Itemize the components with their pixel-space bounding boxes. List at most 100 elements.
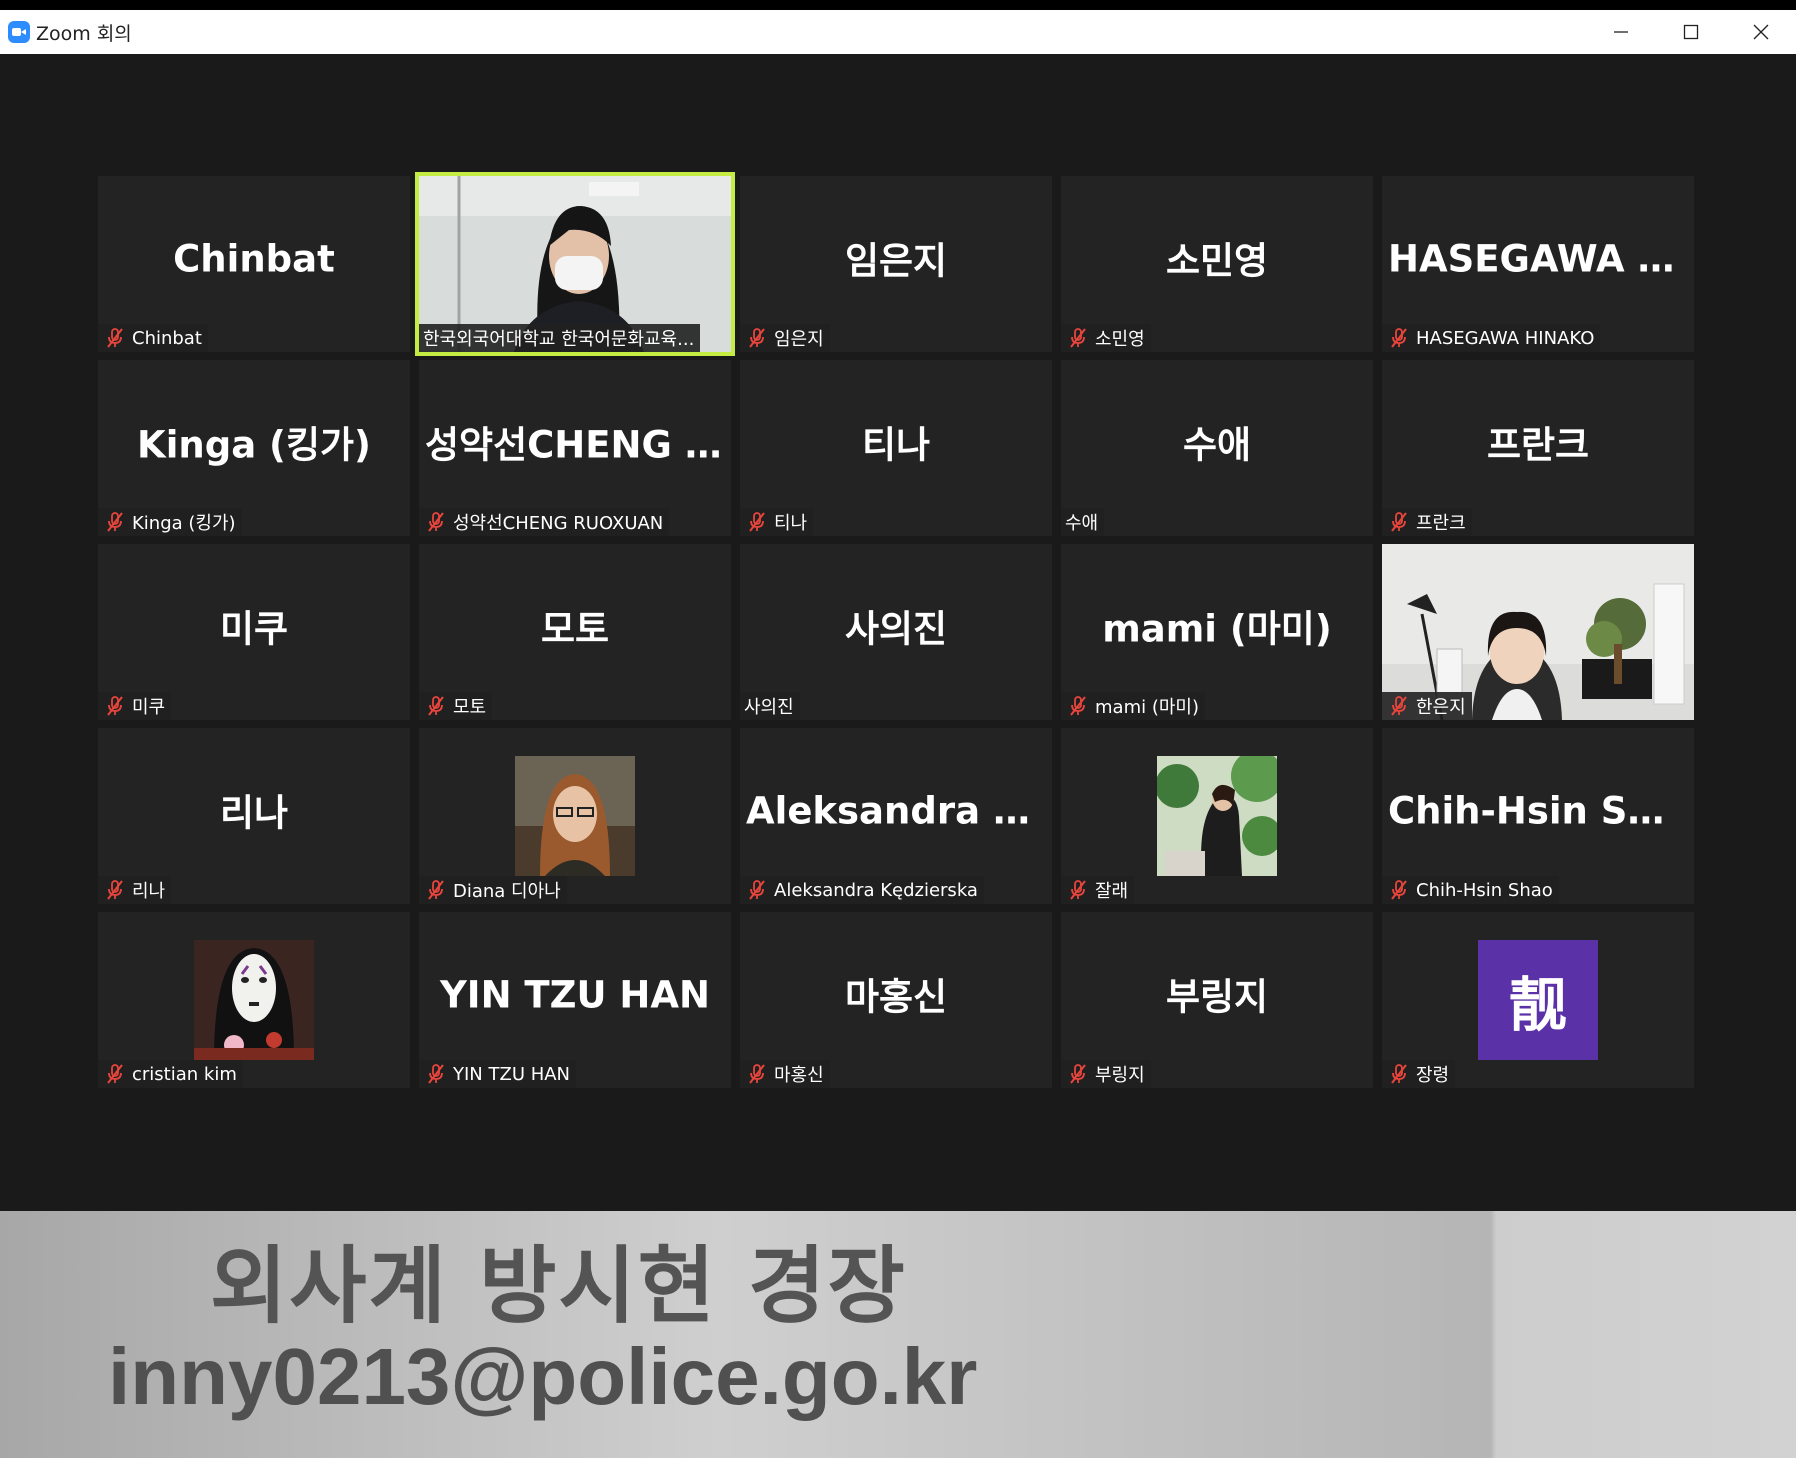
participant-name-label: HASEGAWA HINAKO <box>1382 324 1601 352</box>
participant-tile[interactable]: Chih-Hsin Shao Chih-Hsin Shao <box>1382 728 1694 904</box>
participant-display-name: 모토 <box>540 607 610 651</box>
participant-name-label: YIN TZU HAN <box>419 1060 577 1088</box>
zoom-app-icon <box>8 21 30 43</box>
participant-name-label: cristian kim <box>98 1060 243 1088</box>
participant-name: Diana 디아나 <box>453 881 561 902</box>
muted-mic-icon <box>1391 696 1407 716</box>
participant-name: Kinga (킹가) <box>132 513 236 534</box>
participant-name-label: Chinbat <box>98 324 208 352</box>
participant-display-name: 프란크 <box>1486 423 1590 467</box>
avatar-noface-icon <box>194 940 314 1060</box>
meeting-view: Chinbat Chinbat 한국외국어대학교 한국어문화교육... 임은지 임은지 소… <box>0 54 1796 1211</box>
muted-mic-icon <box>749 880 765 900</box>
participant-name-label: 프란크 <box>1382 508 1472 536</box>
participant-tile[interactable]: 미쿠 미쿠 <box>98 544 410 720</box>
participant-display-name: 성약선CHENG R... <box>425 423 731 467</box>
participant-name: 티나 <box>774 513 808 534</box>
muted-mic-icon <box>749 1064 765 1084</box>
participant-tile[interactable]: HASEGAWA HI... HASEGAWA HINAKO <box>1382 176 1694 352</box>
participant-name-label: Aleksandra Kędzierska <box>740 876 984 904</box>
participant-tile[interactable]: 소민영 소민영 <box>1061 176 1373 352</box>
participant-name-label: 임은지 <box>740 324 830 352</box>
muted-mic-icon <box>1391 880 1407 900</box>
participant-name-label: 리나 <box>98 876 172 904</box>
gallery-grid: Chinbat Chinbat 한국외국어대학교 한국어문화교육... 임은지 임은지 소… <box>98 176 1694 1088</box>
participant-name: YIN TZU HAN <box>453 1063 571 1085</box>
participant-name: 모토 <box>453 697 487 718</box>
participant-name: Chinbat <box>132 327 202 349</box>
participant-tile[interactable]: mami (마미) mami (마미) <box>1061 544 1373 720</box>
participant-display-name: 수애 <box>1182 423 1252 467</box>
participant-name-label: 부링지 <box>1061 1060 1151 1088</box>
maximize-button[interactable] <box>1656 10 1726 54</box>
participant-name-label: 성약선CHENG RUOXUAN <box>419 508 670 536</box>
participant-name: mami (마미) <box>1095 697 1199 718</box>
window-controls <box>1586 10 1796 54</box>
participant-name-label: 사의진 <box>740 692 800 720</box>
participant-name-label: 미쿠 <box>98 692 172 720</box>
participant-tile[interactable]: Chinbat Chinbat <box>98 176 410 352</box>
muted-mic-icon <box>749 512 765 532</box>
muted-mic-icon <box>107 512 123 532</box>
participant-name: 소민영 <box>1095 329 1145 350</box>
close-icon <box>1753 24 1769 40</box>
participant-name: Chih-Hsin Shao <box>1416 879 1553 901</box>
participant-tile[interactable]: 수애 수애 <box>1061 360 1373 536</box>
participant-display-name: Kinga (킹가) <box>137 423 371 467</box>
participant-tile[interactable]: 임은지 임은지 <box>740 176 1052 352</box>
participant-tile[interactable]: 성약선CHENG R... 성약선CHENG RUOXUAN <box>419 360 731 536</box>
banner-name: 외사계 방시현 경장 <box>210 1237 907 1335</box>
close-button[interactable] <box>1726 10 1796 54</box>
top-strip <box>0 0 1796 10</box>
participant-name-label: 장령 <box>1382 1060 1456 1088</box>
participant-tile[interactable]: 한은지 <box>1382 544 1694 720</box>
participant-name-label: 수애 <box>1061 508 1105 536</box>
minimize-button[interactable] <box>1586 10 1656 54</box>
participant-tile[interactable]: 티나 티나 <box>740 360 1052 536</box>
muted-mic-icon <box>749 328 765 348</box>
participant-tile[interactable]: Aleksandra Kęd... Aleksandra Kędzierska <box>740 728 1052 904</box>
caption-banner: 외사계 방시현 경장 inny0213@police.go.kr <box>0 1211 1796 1458</box>
avatar-glyph: 靓 <box>1478 940 1598 1060</box>
muted-mic-icon <box>107 696 123 716</box>
participant-name-label: 잘래 <box>1061 876 1135 904</box>
participant-name-label: 모토 <box>419 692 493 720</box>
participant-name: 한은지 <box>1416 697 1466 718</box>
muted-mic-icon <box>428 696 444 716</box>
muted-mic-icon <box>1070 328 1086 348</box>
participant-display-name: YIN TZU HAN <box>440 973 710 1017</box>
muted-mic-icon <box>428 880 444 900</box>
participant-tile[interactable]: 부링지 부링지 <box>1061 912 1373 1088</box>
participant-name-label: mami (마미) <box>1061 692 1205 720</box>
participant-name-label: Diana 디아나 <box>419 876 567 904</box>
participant-name-label: 한은지 <box>1382 692 1472 720</box>
muted-mic-icon <box>428 1064 444 1084</box>
minimize-icon <box>1614 31 1628 33</box>
maximize-icon <box>1683 24 1699 40</box>
participant-tile[interactable]: cristian kim <box>98 912 410 1088</box>
muted-mic-icon <box>1070 696 1086 716</box>
participant-display-name: 소민영 <box>1165 239 1269 283</box>
participant-tile[interactable]: 리나 리나 <box>98 728 410 904</box>
participant-tile[interactable]: 한국외국어대학교 한국어문화교육... <box>419 176 731 352</box>
participant-display-name: HASEGAWA HI... <box>1388 237 1694 281</box>
participant-name-label: 마홍신 <box>740 1060 830 1088</box>
participant-tile[interactable]: 잘래 <box>1061 728 1373 904</box>
participant-tile[interactable]: 모토 모토 <box>419 544 731 720</box>
participant-name: 장령 <box>1416 1065 1450 1086</box>
participant-tile[interactable]: 프란크 프란크 <box>1382 360 1694 536</box>
participant-tile[interactable]: YIN TZU HAN YIN TZU HAN <box>419 912 731 1088</box>
participant-display-name: 부링지 <box>1165 975 1269 1019</box>
participant-name: cristian kim <box>132 1063 237 1085</box>
participant-tile[interactable]: Kinga (킹가) Kinga (킹가) <box>98 360 410 536</box>
participant-name: 리나 <box>132 881 166 902</box>
banner-email: inny0213@police.go.kr <box>108 1332 978 1421</box>
participant-name: 마홍신 <box>774 1065 824 1086</box>
participant-tile[interactable]: 靓 장령 <box>1382 912 1694 1088</box>
participant-tile[interactable]: Diana 디아나 <box>419 728 731 904</box>
participant-name: 미쿠 <box>132 697 166 718</box>
participant-name-label: 티나 <box>740 508 814 536</box>
participant-display-name: 미쿠 <box>219 607 289 651</box>
participant-tile[interactable]: 마홍신 마홍신 <box>740 912 1052 1088</box>
participant-tile[interactable]: 사의진 사의진 <box>740 544 1052 720</box>
